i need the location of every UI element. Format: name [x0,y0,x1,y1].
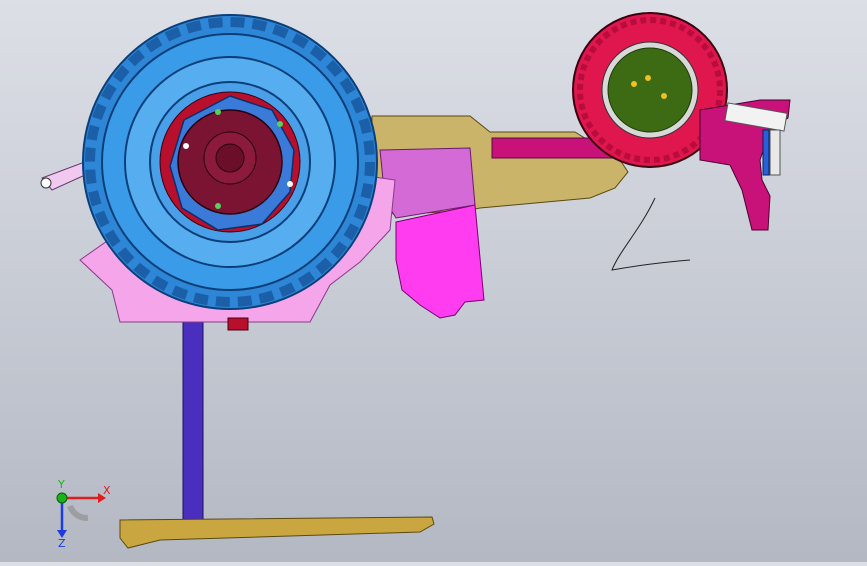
gearbox-housing[interactable] [395,204,485,319]
main-drive-wheel[interactable] [82,14,378,310]
z-axis-label: Z [58,537,66,548]
rear-cylinder [769,129,781,176]
model-canvas[interactable] [0,0,867,562]
handle-pivot [40,177,52,189]
y-axis-label: Y [57,478,65,491]
stand-post[interactable] [182,317,204,524]
stand-clamp [227,317,249,331]
rear-strut [762,129,770,176]
base-skid[interactable] [119,516,435,549]
cad-viewport[interactable] [0,0,867,562]
coulter-outline [611,197,691,271]
coordinate-triad: X Y Z [40,478,120,550]
x-axis-label: X [103,484,111,497]
